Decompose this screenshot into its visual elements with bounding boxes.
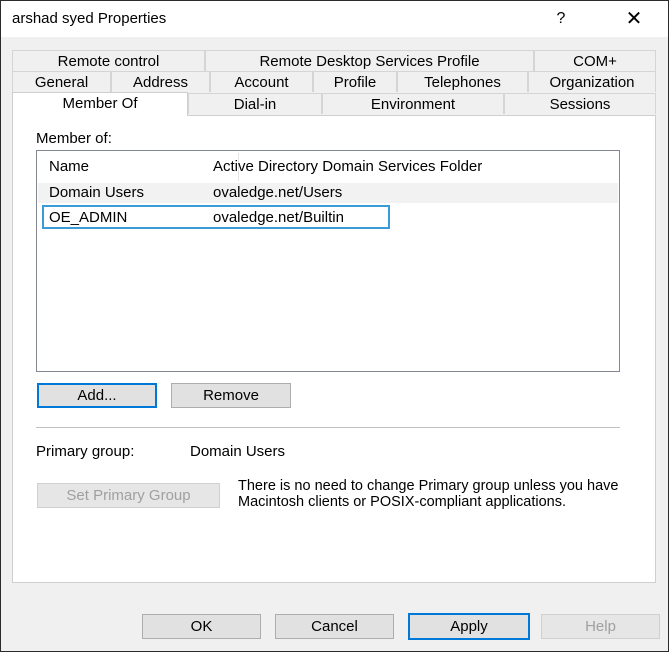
group-folder: ovaledge.net/Builtin bbox=[213, 209, 344, 226]
tab-general[interactable]: General bbox=[12, 71, 111, 92]
remove-button[interactable]: Remove bbox=[171, 383, 291, 408]
tab-address[interactable]: Address bbox=[111, 71, 210, 92]
member-of-label: Member of: bbox=[36, 130, 112, 147]
tab-dial-in[interactable]: Dial-in bbox=[188, 93, 322, 114]
tab-sessions[interactable]: Sessions bbox=[504, 93, 656, 114]
column-header-folder[interactable]: Active Directory Domain Services Folder bbox=[213, 151, 482, 183]
primary-group-value: Domain Users bbox=[190, 443, 286, 460]
cancel-button[interactable]: Cancel bbox=[275, 614, 394, 639]
close-icon[interactable]: ✕ bbox=[618, 5, 650, 33]
group-folder: ovaledge.net/Users bbox=[213, 184, 343, 201]
list-item[interactable]: Domain Users ovaledge.net/Users bbox=[38, 183, 618, 203]
column-header-name[interactable]: Name bbox=[49, 151, 89, 183]
tab-member-of[interactable]: Member Of bbox=[12, 92, 188, 116]
title-bar: arshad syed Properties ? ✕ bbox=[1, 1, 668, 37]
tab-profile[interactable]: Profile bbox=[313, 71, 397, 92]
tab-remote-control[interactable]: Remote control bbox=[12, 50, 205, 71]
groups-list[interactable]: Name Active Directory Domain Services Fo… bbox=[36, 150, 620, 372]
tab-organization[interactable]: Organization bbox=[528, 71, 656, 92]
primary-group-note: There is no need to change Primary group… bbox=[238, 478, 619, 510]
help-icon[interactable]: ? bbox=[547, 5, 575, 33]
add-button[interactable]: Add... bbox=[37, 383, 157, 408]
group-name: OE_ADMIN bbox=[49, 209, 128, 226]
set-primary-group-button[interactable]: Set Primary Group bbox=[37, 483, 220, 508]
tab-remote-desktop-services-profile[interactable]: Remote Desktop Services Profile bbox=[205, 50, 534, 71]
ok-button[interactable]: OK bbox=[142, 614, 261, 639]
group-name: Domain Users bbox=[49, 184, 145, 201]
window-title: arshad syed Properties bbox=[12, 10, 167, 27]
tab-account[interactable]: Account bbox=[210, 71, 313, 92]
tab-com-plus[interactable]: COM+ bbox=[534, 50, 656, 71]
tab-telephones[interactable]: Telephones bbox=[397, 71, 528, 92]
apply-button[interactable]: Apply bbox=[408, 613, 530, 640]
primary-group-label: Primary group: bbox=[36, 443, 135, 460]
list-item-selected[interactable]: OE_ADMIN ovaledge.net/Builtin bbox=[42, 205, 390, 229]
divider bbox=[36, 427, 620, 428]
properties-dialog: arshad syed Properties ? ✕ Remote contro… bbox=[0, 0, 669, 652]
tab-environment[interactable]: Environment bbox=[322, 93, 504, 114]
help-button[interactable]: Help bbox=[541, 614, 660, 639]
